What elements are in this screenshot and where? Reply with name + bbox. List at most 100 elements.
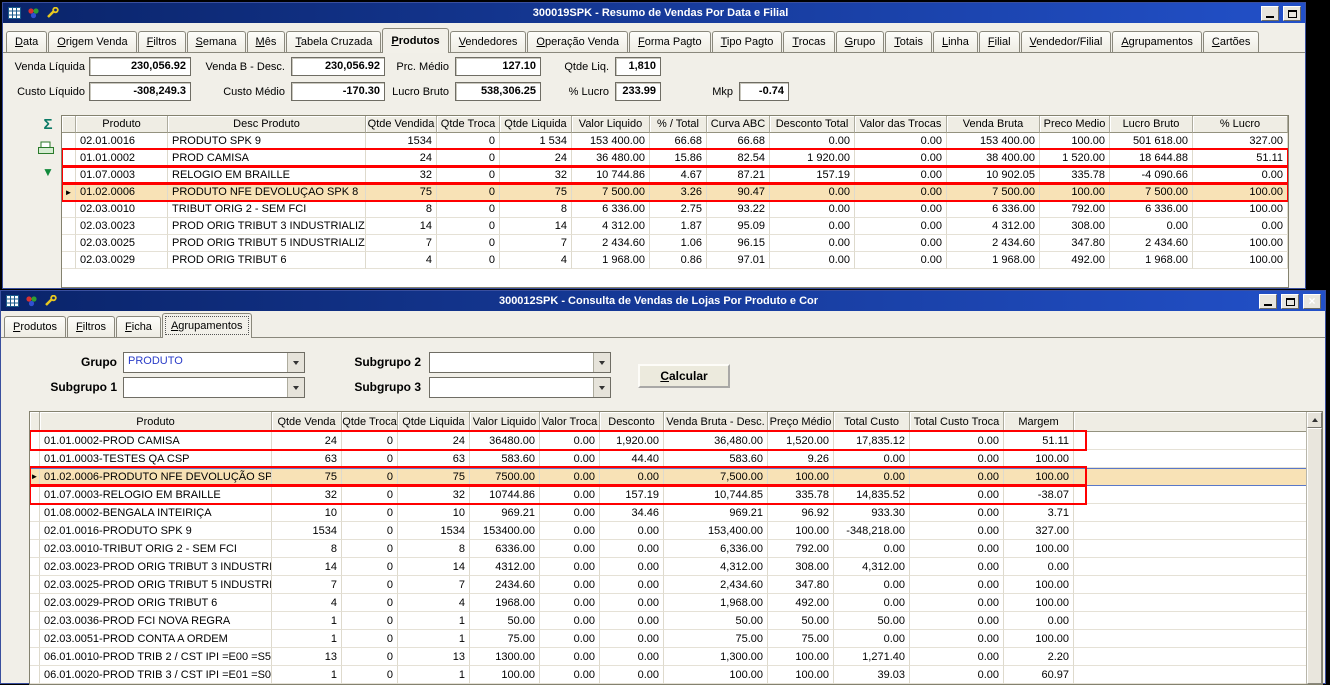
tab-trocas[interactable]: Trocas	[783, 31, 834, 52]
scroll-up-button[interactable]	[1307, 412, 1322, 428]
column-header[interactable]: Valor das Trocas	[855, 116, 947, 133]
tab-filial[interactable]: Filial	[979, 31, 1020, 52]
custo-medio-value[interactable]: -170.30	[291, 82, 385, 101]
maximize-button[interactable]	[1283, 6, 1301, 21]
subgrupo3-combobox[interactable]	[429, 377, 611, 398]
table-row[interactable]: 02.03.0036-PROD FCI NOVA REGRA10150.000.…	[30, 612, 1322, 630]
column-header[interactable]: Qtde Venda	[272, 412, 342, 432]
column-header[interactable]: Valor Liquido	[470, 412, 540, 432]
column-header[interactable]: % Lucro	[1193, 116, 1288, 133]
table-row[interactable]: ►01.02.0006-PRODUTO NFE DEVOLUÇÃO SPK 87…	[30, 468, 1322, 486]
vertical-scrollbar[interactable]	[1306, 412, 1322, 684]
table-row[interactable]: 01.07.0003RELOGIO EM BRAILLE3203210 744.…	[62, 167, 1288, 184]
column-header[interactable]: Total Custo	[834, 412, 910, 432]
column-header[interactable]: Qtde Vendida	[366, 116, 437, 133]
table-row[interactable]: 01.08.0002-BENGALA INTEIRIÇA10010969.210…	[30, 504, 1322, 522]
tab-vendedores[interactable]: Vendedores	[450, 31, 527, 52]
close-button[interactable]: ×	[1303, 294, 1321, 309]
column-header[interactable]: Desconto Total	[770, 116, 855, 133]
column-header[interactable]: Curva ABC	[707, 116, 770, 133]
venda-b-desc-value[interactable]: 230,056.92	[291, 57, 385, 76]
table-row[interactable]: 02.03.0025PROD ORIG TRIBUT 5 INDUSTRIALI…	[62, 235, 1288, 252]
print-export-button[interactable]	[37, 139, 55, 157]
dropdown-arrow-icon[interactable]	[287, 378, 304, 397]
move-down-button[interactable]: ▼	[39, 163, 57, 181]
minimize-button[interactable]	[1261, 6, 1279, 21]
qtde-liq-value[interactable]: 1,810	[615, 57, 661, 76]
subgrupo2-combobox[interactable]	[429, 352, 611, 373]
minimize-button[interactable]	[1259, 294, 1277, 309]
wrench-icon[interactable]	[43, 294, 58, 308]
scrollbar-thumb[interactable]	[1307, 428, 1322, 684]
table-row[interactable]: 01.07.0003-RELOGIO EM BRAILLE3203210744.…	[30, 486, 1322, 504]
tab-forma-pagto[interactable]: Forma Pagto	[629, 31, 711, 52]
tab-produtos[interactable]: Produtos	[382, 28, 448, 53]
column-header[interactable]: Qtde Liquida	[500, 116, 572, 133]
table-row[interactable]: 02.01.0016PRODUTO SPK 9153401 534153 400…	[62, 133, 1288, 150]
tab-semana[interactable]: Semana	[187, 31, 246, 52]
titlebar-top[interactable]: 300019SPK - Resumo de Vendas Por Data e …	[3, 3, 1305, 23]
tab-produtos[interactable]: Produtos	[4, 316, 66, 337]
tab-tipo-pagto[interactable]: Tipo Pagto	[712, 31, 783, 52]
column-header[interactable]: Qtde Liquida	[398, 412, 470, 432]
tab-filtros[interactable]: Filtros	[67, 316, 115, 337]
report-grid-icon[interactable]	[5, 294, 20, 308]
column-header[interactable]: Total Custo Troca	[910, 412, 1004, 432]
dropdown-arrow-icon[interactable]	[593, 378, 610, 397]
table-row[interactable]: 01.01.0002PROD CAMISA2402436 480.0015.86…	[62, 150, 1288, 167]
tab-agrupamentos[interactable]: Agrupamentos	[1112, 31, 1202, 52]
subgrupo1-combobox[interactable]	[123, 377, 305, 398]
titlebar-bottom[interactable]: 300012SPK - Consulta de Vendas de Lojas …	[1, 291, 1325, 311]
column-header[interactable]: Valor Troca	[540, 412, 600, 432]
tab-filtros[interactable]: Filtros	[138, 31, 186, 52]
column-header[interactable]: Venda Bruta	[947, 116, 1040, 133]
column-header[interactable]: % / Total	[650, 116, 707, 133]
table-row[interactable]: ►01.02.0006PRODUTO NFE DEVOLUÇAO SPK 875…	[62, 184, 1288, 201]
column-header[interactable]: Qtde Troca	[437, 116, 500, 133]
table-row[interactable]: 02.03.0023-PROD ORIG TRIBUT 3 INDUSTRIAL…	[30, 558, 1322, 576]
maximize-button[interactable]	[1281, 294, 1299, 309]
app-gem-icon[interactable]	[24, 294, 39, 308]
tab-data[interactable]: Data	[6, 31, 47, 52]
table-row[interactable]: 01.01.0002-PROD CAMISA2402436480.000.001…	[30, 432, 1322, 450]
column-header[interactable]: Lucro Bruto	[1110, 116, 1193, 133]
column-header[interactable]	[30, 412, 40, 432]
column-header[interactable]: Produto	[76, 116, 168, 133]
lucro-bruto-value[interactable]: 538,306.25	[455, 82, 541, 101]
mkp-value[interactable]: -0.74	[739, 82, 789, 101]
tab-mês[interactable]: Mês	[247, 31, 286, 52]
tab-tabela-cruzada[interactable]: Tabela Cruzada	[286, 31, 381, 52]
table-row[interactable]: 06.01.0020-PROD TRIB 3 / CST IPI =E01 =S…	[30, 666, 1322, 684]
table-row[interactable]: 02.03.0010-TRIBUT ORIG 2 - SEM FCI808633…	[30, 540, 1322, 558]
calcular-button[interactable]: Calcular	[638, 364, 730, 388]
prc-medio-value[interactable]: 127.10	[455, 57, 541, 76]
table-row[interactable]: 02.03.0023PROD ORIG TRIBUT 3 INDUSTRIALI…	[62, 218, 1288, 235]
column-header[interactable]: Preço Médio	[768, 412, 834, 432]
table-row[interactable]: 02.03.0051-PROD CONTA A ORDEM10175.000.0…	[30, 630, 1322, 648]
table-row[interactable]: 02.03.0025-PROD ORIG TRIBUT 5 INDUSTRIAL…	[30, 576, 1322, 594]
dropdown-arrow-icon[interactable]	[287, 353, 304, 372]
report-grid-icon[interactable]	[7, 6, 22, 20]
app-gem-icon[interactable]	[26, 6, 41, 20]
pct-lucro-value[interactable]: 233.99	[615, 82, 661, 101]
venda-liquida-value[interactable]: 230,056.92	[89, 57, 191, 76]
column-header[interactable]: Margem	[1004, 412, 1074, 432]
tab-vendedor-filial[interactable]: Vendedor/Filial	[1021, 31, 1112, 52]
dropdown-arrow-icon[interactable]	[593, 353, 610, 372]
column-header[interactable]: Qtde Troca	[342, 412, 398, 432]
tab-operação-venda[interactable]: Operação Venda	[527, 31, 628, 52]
table-row[interactable]: 02.03.0010TRIBUT ORIG 2 - SEM FCI8086 33…	[62, 201, 1288, 218]
table-row[interactable]: 02.01.0016-PRODUTO SPK 9153401534153400.…	[30, 522, 1322, 540]
tab-linha[interactable]: Linha	[933, 31, 978, 52]
table-row[interactable]: 02.03.0029-PROD ORIG TRIBUT 64041968.000…	[30, 594, 1322, 612]
column-header[interactable]: Produto	[40, 412, 272, 432]
tab-totais[interactable]: Totais	[885, 31, 932, 52]
tab-origem-venda[interactable]: Origem Venda	[48, 31, 136, 52]
wrench-icon[interactable]	[45, 6, 60, 20]
column-header[interactable]: Desconto	[600, 412, 664, 432]
table-row[interactable]: 02.03.0029PROD ORIG TRIBUT 64041 968.000…	[62, 252, 1288, 269]
custo-liquido-value[interactable]: -308,249.3	[89, 82, 191, 101]
tab-ficha[interactable]: Ficha	[116, 316, 161, 337]
grupo-combobox[interactable]: PRODUTO	[123, 352, 305, 373]
sum-totals-button[interactable]: Σ	[39, 115, 57, 133]
